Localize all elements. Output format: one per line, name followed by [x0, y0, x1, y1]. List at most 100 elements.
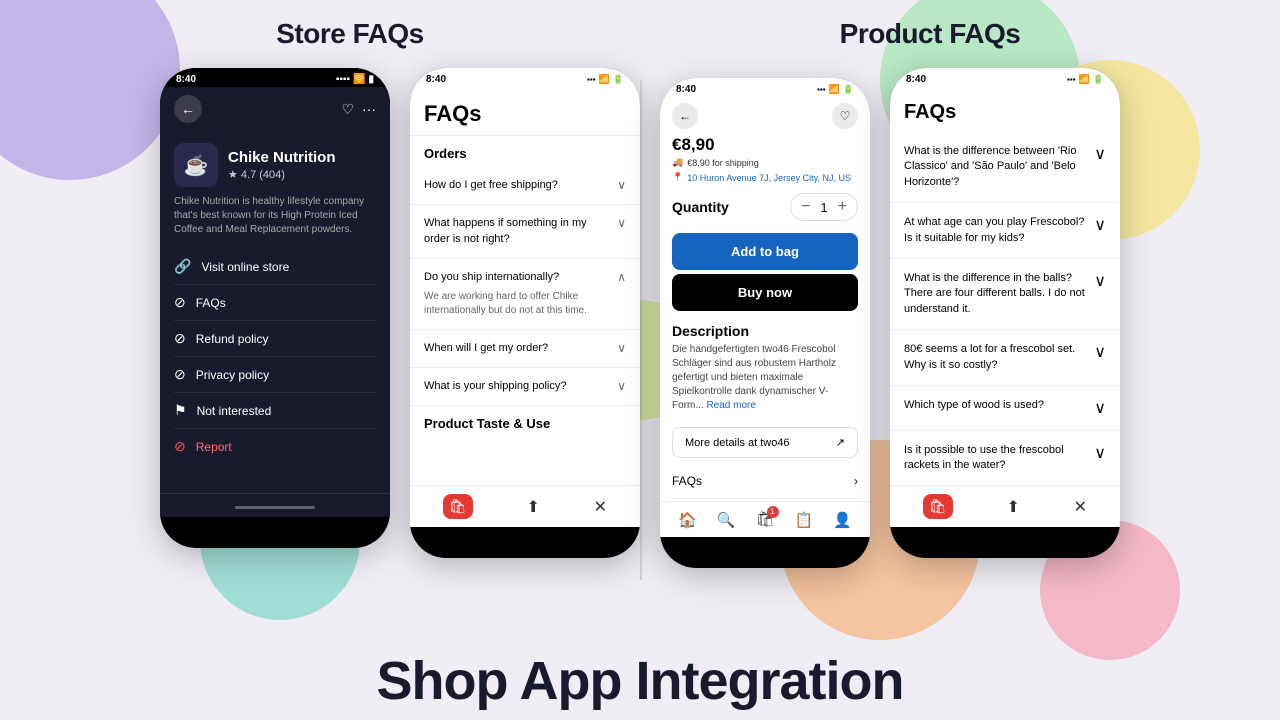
wifi-icon-3: 📶: [829, 84, 840, 95]
report-label: Report: [196, 440, 232, 454]
close-icon-bottom[interactable]: ✕: [594, 497, 607, 517]
faq-chevron-4: ∨: [617, 341, 626, 355]
product-header-row: ← ♡: [660, 97, 870, 135]
status-bar-4: 8:40 ▪▪▪ 📶 🔋: [890, 68, 1120, 87]
report-icon: ⊘: [174, 438, 186, 455]
add-to-bag-btn[interactable]: Add to bag: [672, 233, 858, 270]
right-section-title: Product FAQs: [840, 18, 1021, 49]
visit-label: Visit online store: [201, 260, 289, 274]
faq-q2: What happens if something in my order is…: [424, 216, 617, 247]
pfaq-item-1[interactable]: What is the difference between 'Rio Clas…: [890, 132, 1120, 203]
phone-faqs: 8:40 ▪▪▪ 📶 🔋 FAQs Orders How do I get fr…: [410, 68, 640, 558]
search-nav-icon[interactable]: 🔍: [717, 511, 736, 529]
store-logo-area: ☕ Chike Nutrition ★ 4.7 (404): [174, 143, 376, 187]
pfaq-chevron-4: ∨: [1094, 342, 1106, 362]
pfaq-item-4[interactable]: 80€ seems a lot for a frescobol set. Why…: [890, 330, 1120, 386]
refund-icon: ⊘: [174, 330, 186, 347]
share-icon-bottom[interactable]: ⬆: [526, 497, 539, 517]
buy-now-btn[interactable]: Buy now: [672, 274, 858, 311]
section-headers: Store FAQs Product FAQs: [0, 0, 1280, 68]
menu-item-not-interested[interactable]: ⚑ Not interested: [174, 393, 376, 429]
battery-icon-3: 🔋: [843, 84, 854, 95]
store-header: ← ♡ ···: [160, 87, 390, 131]
cart-badge: 1: [767, 506, 779, 518]
more-icon[interactable]: ···: [362, 101, 376, 118]
orders-nav-icon[interactable]: 📋: [795, 511, 814, 529]
faq-chevron-1: ∨: [617, 178, 626, 192]
home-nav-icon[interactable]: 🏠: [678, 511, 697, 529]
menu-item-refund[interactable]: ⊘ Refund policy: [174, 321, 376, 357]
visit-icon: 🔗: [174, 258, 191, 275]
time-3: 8:40: [676, 84, 696, 95]
time-2: 8:40: [426, 74, 446, 85]
not-interested-label: Not interested: [197, 404, 272, 418]
qty-plus[interactable]: +: [838, 198, 847, 216]
divider: [640, 80, 642, 580]
quantity-row: Quantity − 1 +: [660, 185, 870, 229]
faqs-link-arrow: ›: [854, 474, 858, 488]
pfaq-item-6[interactable]: Is it possible to use the frescobol rack…: [890, 431, 1120, 487]
pfaq-q4: 80€ seems a lot for a frescobol set. Why…: [904, 342, 1094, 373]
battery-icon-4: 🔋: [1093, 74, 1104, 85]
profile-nav-icon[interactable]: 👤: [833, 511, 852, 529]
shop-icon-pfaq[interactable]: 🛍: [923, 494, 953, 519]
more-details-text: More details at two46: [685, 437, 790, 449]
description-section: Description Die handgefertigten two46 Fr…: [660, 315, 870, 421]
product-back-btn[interactable]: ←: [672, 103, 698, 129]
pfaq-q1: What is the difference between 'Rio Clas…: [904, 144, 1094, 190]
signal-icon-3: ▪▪▪: [817, 85, 826, 94]
faqs-link[interactable]: FAQs ›: [672, 464, 858, 499]
pfaq-q5: Which type of wood is used?: [904, 398, 1094, 413]
store-header-icons: ♡ ···: [341, 101, 376, 118]
faq-q5: What is your shipping policy?: [424, 379, 617, 394]
faq-section-orders: Orders: [410, 136, 640, 167]
status-icons-3: ▪▪▪ 📶 🔋: [817, 84, 854, 95]
faq-item-1[interactable]: How do I get free shipping? ∨: [410, 167, 640, 205]
bottom-bar-content: [168, 502, 382, 509]
qty-minus[interactable]: −: [801, 198, 810, 216]
faq-q1: How do I get free shipping?: [424, 178, 617, 193]
faq-item-5[interactable]: What is your shipping policy? ∨: [410, 368, 640, 406]
menu-item-report[interactable]: ⊘ Report: [174, 429, 376, 464]
more-details-btn[interactable]: More details at two46 ↗: [672, 427, 858, 458]
privacy-icon: ⊘: [174, 366, 186, 383]
store-name-area: Chike Nutrition ★ 4.7 (404): [228, 149, 336, 181]
location-text: 10 Huron Avenue 7J, Jersey City, NJ, US: [687, 173, 851, 183]
read-more-link[interactable]: Read more: [706, 400, 755, 411]
faq-item-2[interactable]: What happens if something in my order is…: [410, 205, 640, 259]
store-screen: ← ♡ ··· ☕ Chike Nutrition ★ 4.7 (404): [160, 87, 390, 517]
phone-store-info: 8:40 ▪▪▪▪ 🛜 ▮ ← ♡ ···: [160, 68, 390, 548]
faq-section-product: Product Taste & Use: [410, 406, 640, 437]
menu-item-faqs[interactable]: ⊘ FAQs: [174, 285, 376, 321]
external-link-icon: ↗: [836, 436, 845, 449]
not-interested-icon: ⚑: [174, 402, 187, 419]
faq-item-3[interactable]: Do you ship internationally? ∧ We are wo…: [410, 259, 640, 329]
faqs-icon: ⊘: [174, 294, 186, 311]
pfaq-title: FAQs: [904, 101, 1106, 124]
store-description: Chike Nutrition is healthy lifestyle com…: [174, 195, 376, 237]
faq-chevron-3: ∧: [617, 270, 626, 285]
faq-item-4[interactable]: When will I get my order? ∨: [410, 330, 640, 368]
pfaq-item-5[interactable]: Which type of wood is used? ∨: [890, 386, 1120, 431]
share-icon-pfaq[interactable]: ⬆: [1006, 497, 1019, 517]
pfaq-item-2[interactable]: At what age can you play Frescobol? Is i…: [890, 203, 1120, 259]
shop-icon-bottom[interactable]: 🛍: [443, 494, 473, 519]
cart-nav-icon-wrapper[interactable]: 🛍 1: [755, 510, 774, 529]
back-button[interactable]: ←: [174, 95, 202, 123]
faqs-label: FAQs: [196, 296, 226, 310]
product-heart-btn[interactable]: ♡: [832, 103, 858, 129]
faq-a3: We are working hard to offer Chike inter…: [424, 290, 626, 318]
product-price: €8,90: [660, 135, 870, 155]
pfaq-item-3[interactable]: What is the difference in the balls? The…: [890, 259, 1120, 330]
menu-item-visit[interactable]: 🔗 Visit online store: [174, 249, 376, 285]
store-name: Chike Nutrition: [228, 149, 336, 166]
close-icon-pfaq[interactable]: ✕: [1074, 497, 1087, 517]
battery-icon-1: ▮: [368, 74, 374, 85]
heart-icon[interactable]: ♡: [341, 101, 354, 118]
store-logo: ☕: [174, 143, 218, 187]
signal-icon-4: ▪▪▪: [1067, 75, 1076, 84]
pfaq-chevron-2: ∨: [1094, 215, 1106, 235]
pfaq-chevron-6: ∨: [1094, 443, 1106, 463]
menu-item-privacy[interactable]: ⊘ Privacy policy: [174, 357, 376, 393]
phone-product: 8:40 ▪▪▪ 📶 🔋 ← ♡ €8,90 🚚 €8.90 for shipp…: [660, 78, 870, 568]
